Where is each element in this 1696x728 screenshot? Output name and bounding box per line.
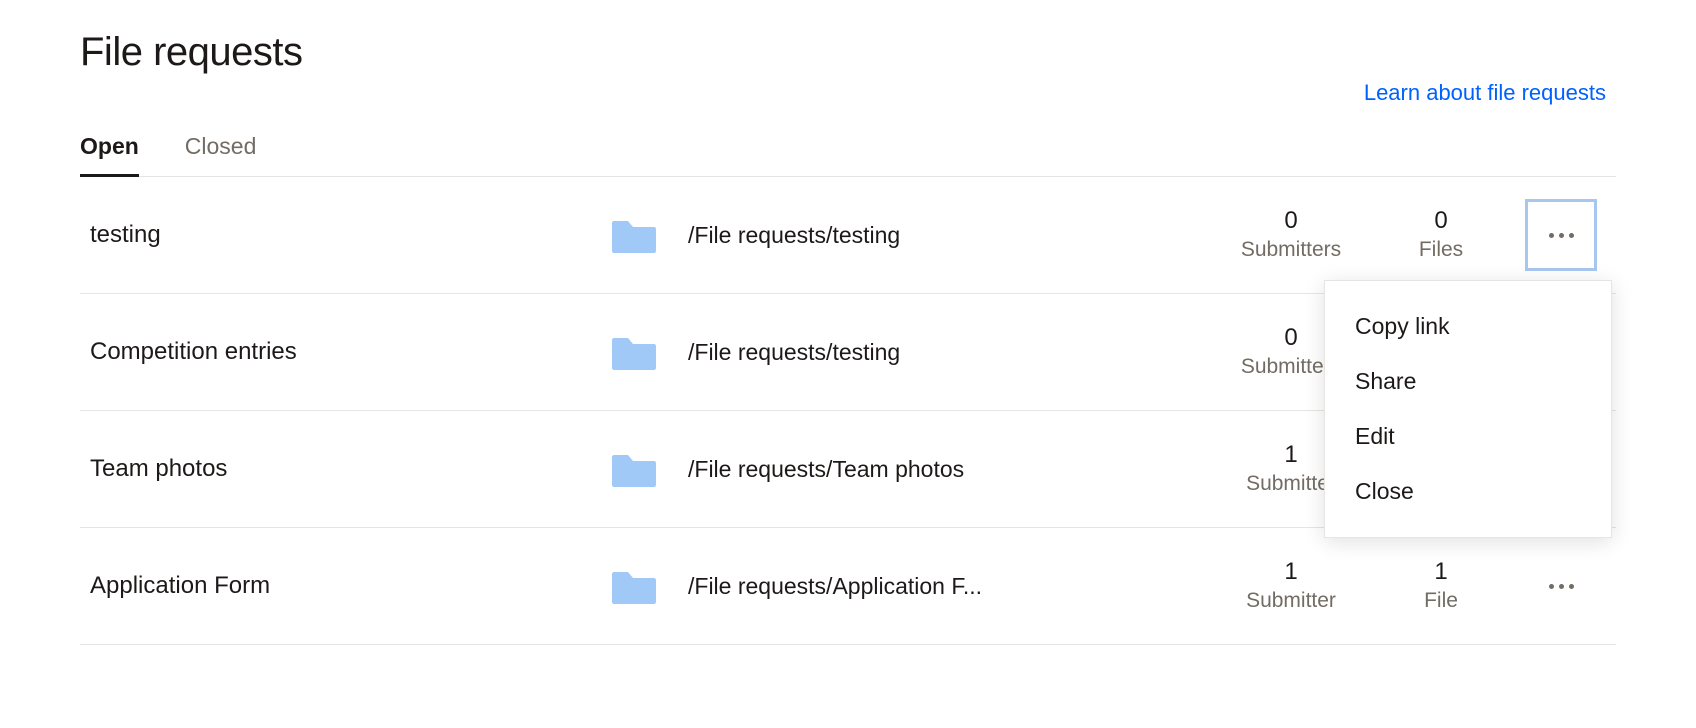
- more-actions-button[interactable]: [1525, 550, 1597, 622]
- folder-icon: [610, 330, 658, 374]
- learn-about-file-requests-link[interactable]: Learn about file requests: [1364, 80, 1606, 106]
- files-label: Files: [1366, 236, 1516, 263]
- files-count: 0: [1366, 207, 1516, 236]
- request-name: Team photos: [90, 455, 610, 483]
- ellipsis-icon: [1549, 233, 1574, 238]
- file-request-row[interactable]: testing /File requests/testing 0 Submitt…: [80, 177, 1616, 294]
- tab-open[interactable]: Open: [80, 133, 139, 177]
- submitters-count: 0: [1216, 207, 1366, 236]
- folder-icon: [610, 213, 658, 257]
- row-actions-menu: Copy link Share Edit Close: [1324, 280, 1612, 538]
- request-path: /File requests/testing: [688, 222, 900, 249]
- menu-edit[interactable]: Edit: [1325, 409, 1611, 464]
- request-name: testing: [90, 221, 610, 249]
- more-actions-button[interactable]: [1525, 199, 1597, 271]
- files-label: File: [1366, 587, 1516, 614]
- submitters-label: Submitter: [1216, 587, 1366, 614]
- submitters-count: 1: [1216, 558, 1366, 587]
- file-request-row[interactable]: Application Form /File requests/Applicat…: [80, 528, 1616, 645]
- menu-close[interactable]: Close: [1325, 464, 1611, 519]
- folder-icon: [610, 564, 658, 608]
- tabs: Open Closed: [80, 133, 1616, 177]
- ellipsis-icon: [1549, 584, 1574, 589]
- request-path: /File requests/testing: [688, 339, 900, 366]
- menu-copy-link[interactable]: Copy link: [1325, 299, 1611, 354]
- menu-share[interactable]: Share: [1325, 354, 1611, 409]
- request-path: /File requests/Application F...: [688, 573, 982, 600]
- page-title: File requests: [80, 30, 1616, 75]
- folder-icon: [610, 447, 658, 491]
- request-name: Competition entries: [90, 338, 610, 366]
- request-name: Application Form: [90, 572, 610, 600]
- tab-closed[interactable]: Closed: [185, 133, 257, 177]
- files-count: 1: [1366, 558, 1516, 587]
- request-path: /File requests/Team photos: [688, 456, 964, 483]
- submitters-label: Submitters: [1216, 236, 1366, 263]
